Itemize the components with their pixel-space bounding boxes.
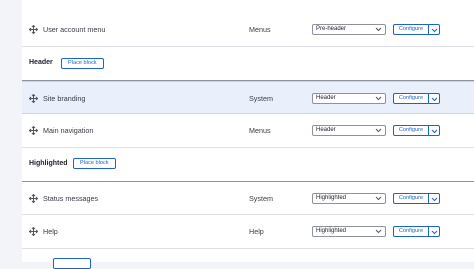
table-row: Help Help Highlighted Configure bbox=[22, 215, 474, 249]
block-category: Menus bbox=[249, 25, 271, 34]
configure-button[interactable]: Configure bbox=[393, 24, 429, 35]
block-category: System bbox=[249, 94, 273, 103]
region-title-header: Header bbox=[29, 59, 53, 66]
block-name: User account menu bbox=[43, 25, 106, 34]
block-category: System bbox=[249, 194, 273, 203]
configure-dropdown-toggle[interactable] bbox=[429, 193, 440, 204]
table-row: Main navigation Menus Header Configure bbox=[22, 114, 474, 148]
drag-handle-icon[interactable] bbox=[29, 94, 38, 103]
block-name: Main navigation bbox=[43, 126, 94, 135]
place-block-button[interactable]: Place block bbox=[61, 58, 104, 69]
region-select-value: Header bbox=[316, 127, 336, 133]
region-title-highlighted: Highlighted bbox=[29, 160, 68, 167]
table-row: Status messages System Highlighted Confi… bbox=[22, 182, 474, 215]
configure-button[interactable]: Configure bbox=[393, 93, 429, 104]
place-block-button-partial[interactable] bbox=[53, 258, 91, 269]
block-layout-table: User account menu Menus Pre-header Confi… bbox=[22, 0, 474, 269]
region-select-value: Pre-header bbox=[316, 26, 347, 32]
region-select-value: Header bbox=[316, 95, 336, 101]
chevron-down-icon bbox=[375, 196, 382, 201]
chevron-down-icon bbox=[375, 27, 382, 32]
chevron-down-icon bbox=[431, 28, 438, 33]
configure-dropdown-toggle[interactable] bbox=[429, 125, 440, 136]
configure-button[interactable]: Configure bbox=[393, 125, 429, 136]
region-select[interactable]: Highlighted bbox=[312, 226, 386, 237]
configure-dropdown-toggle[interactable] bbox=[429, 226, 440, 237]
chevron-down-icon bbox=[431, 129, 438, 134]
configure-button[interactable]: Configure bbox=[393, 226, 429, 237]
chevron-down-icon bbox=[375, 96, 382, 101]
region-select[interactable]: Pre-header bbox=[312, 24, 386, 35]
table-row: User account menu Menus Pre-header Confi… bbox=[22, 12, 474, 47]
table-row: Site branding System Header Configure bbox=[22, 81, 474, 114]
chevron-down-icon bbox=[431, 197, 438, 202]
region-select-value: Highlighted bbox=[316, 195, 347, 201]
place-block-button[interactable]: Place block bbox=[73, 158, 116, 169]
configure-dropdown-toggle[interactable] bbox=[429, 93, 440, 104]
block-name: Status messages bbox=[43, 194, 99, 203]
drag-handle-icon[interactable] bbox=[29, 126, 38, 135]
block-name: Help bbox=[43, 227, 58, 236]
chevron-down-icon bbox=[431, 97, 438, 102]
block-category: Menus bbox=[249, 126, 271, 135]
region-select[interactable]: Header bbox=[312, 93, 386, 104]
chevron-down-icon bbox=[375, 229, 382, 234]
drag-handle-icon[interactable] bbox=[29, 194, 38, 203]
block-name: Site branding bbox=[43, 94, 86, 103]
region-select[interactable]: Highlighted bbox=[312, 193, 386, 204]
block-category: Help bbox=[249, 227, 264, 236]
chevron-down-icon bbox=[375, 128, 382, 133]
drag-handle-icon[interactable] bbox=[29, 25, 38, 34]
chevron-down-icon bbox=[431, 230, 438, 235]
region-select[interactable]: Header bbox=[312, 125, 386, 136]
region-select-value: Highlighted bbox=[316, 228, 347, 234]
configure-button[interactable]: Configure bbox=[393, 193, 429, 204]
configure-dropdown-toggle[interactable] bbox=[429, 24, 440, 35]
drag-handle-icon[interactable] bbox=[29, 227, 38, 236]
